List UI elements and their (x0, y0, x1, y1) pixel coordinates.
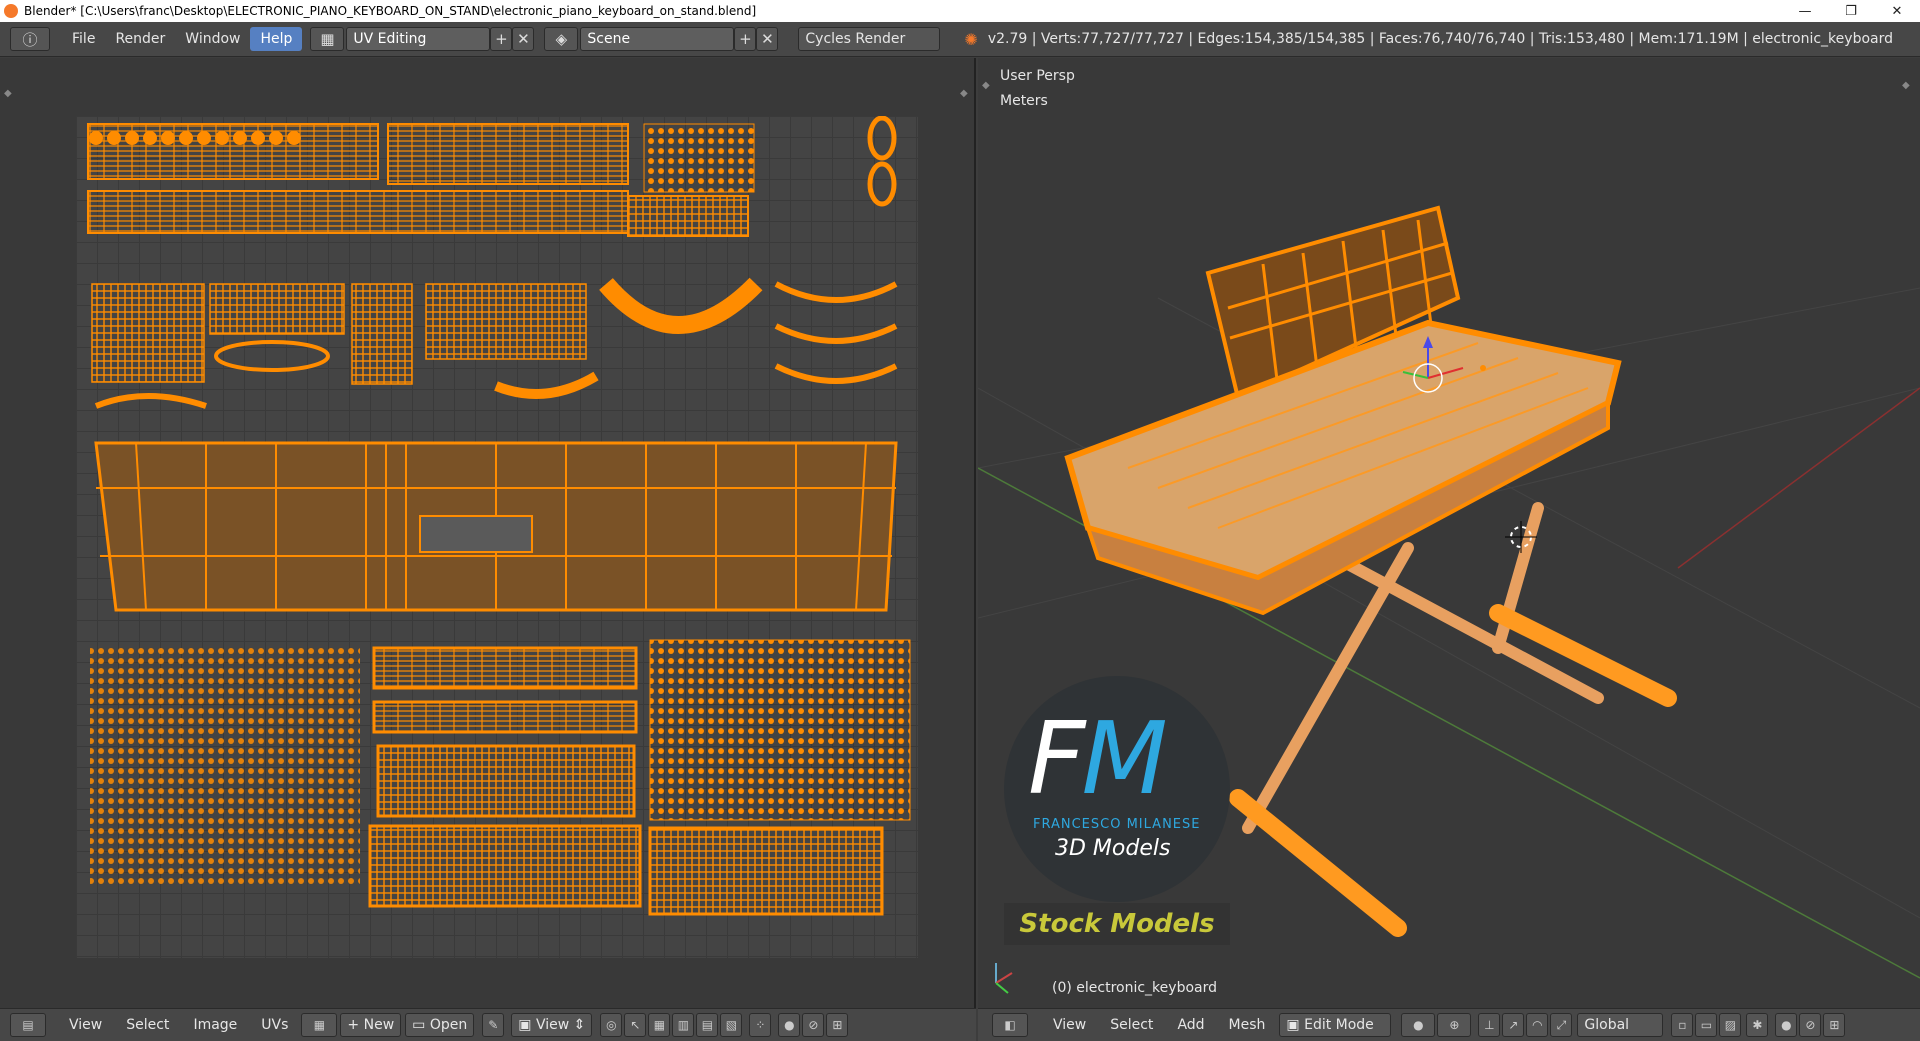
shading-solid-icon[interactable]: ● (1401, 1013, 1436, 1037)
logo-author-name: FRANCESCO MILANESE (1033, 817, 1201, 832)
remove-scene-icon[interactable]: ✕ (756, 27, 779, 51)
open-label: Open (429, 1017, 468, 1033)
new-image-button[interactable]: + New (340, 1013, 402, 1037)
uv-editor[interactable]: ◆ ◆ (0, 58, 976, 1008)
rotate-icon[interactable]: ◠ (1526, 1013, 1549, 1037)
window-title: Blender* [C:\Users\franc\Desktop\ELECTRO… (24, 4, 757, 18)
scene-stats: v2.79 | Verts:77,727/77,727 | Edges:154,… (987, 31, 1893, 47)
toolshelf-toggle-icon[interactable]: ◆ (982, 80, 990, 91)
island-select-icon[interactable]: ▧ (720, 1013, 743, 1037)
logo-subtitle: 3D Models (1055, 836, 1171, 861)
vertex-select-icon[interactable]: ▦ (648, 1013, 671, 1037)
fm-logo-letters: FM (1028, 700, 1168, 817)
sync-selection-icon[interactable]: ↖ (624, 1013, 647, 1037)
properties-toggle-icon[interactable]: ◆ (960, 88, 968, 99)
occlude-geometry-icon[interactable]: ✱ (1746, 1013, 1769, 1037)
uv-menu-uvs[interactable]: UVs (249, 1017, 300, 1033)
menu-help[interactable]: Help (250, 27, 303, 51)
editor-type-3d-icon[interactable]: ◧ (992, 1013, 1028, 1037)
uv-islands (87, 115, 911, 916)
edge-select-icon[interactable]: ▥ (672, 1013, 695, 1037)
view-mode-label: View (535, 1017, 570, 1033)
scene-icon[interactable]: ◈ (544, 27, 579, 51)
minimize-button[interactable]: — (1782, 0, 1828, 22)
pin-icon[interactable]: ✎ (482, 1013, 505, 1037)
view-mode-dropdown[interactable]: ▣ View ⇕ (511, 1013, 593, 1037)
view-name: User Persp (1000, 68, 1075, 84)
units-label: Meters (1000, 93, 1048, 109)
blender-logo-icon (4, 4, 18, 18)
remove-layout-icon[interactable]: ✕ (512, 27, 535, 51)
new-label: New (363, 1017, 395, 1033)
render-engine-dropdown[interactable]: Cycles Render (798, 27, 941, 51)
pivot-point-icon[interactable]: ⊕ (1437, 1013, 1472, 1037)
edge-select-mode-icon[interactable]: ▭ (1695, 1013, 1718, 1037)
close-button[interactable]: ✕ (1874, 0, 1920, 22)
uv-menu-view[interactable]: View (57, 1017, 114, 1033)
view-mode-icon: ▣ (518, 1017, 536, 1033)
image-browse-icon[interactable]: ▦ (301, 1013, 338, 1037)
snap-icon[interactable]: ⊘ (802, 1013, 825, 1037)
menu-render[interactable]: Render (105, 27, 175, 51)
3d-view-header: ◧ View Select Add Mesh ▣ Edit Mode ● ⊕ ⊥… (978, 1008, 1920, 1041)
vp-menu-select[interactable]: Select (1098, 1017, 1165, 1033)
y-axis-line (1677, 387, 1920, 569)
scale-icon[interactable]: ⤢ (1550, 1013, 1573, 1037)
blender-icon: ✺ (964, 29, 978, 49)
menu-file[interactable]: File (62, 27, 105, 51)
vp-menu-mesh[interactable]: Mesh (1217, 1017, 1278, 1033)
scene-field[interactable]: Scene (580, 27, 735, 51)
screen-layout-icon[interactable]: ▦ (310, 27, 345, 51)
mode-dropdown[interactable]: ▣ Edit Mode (1279, 1013, 1392, 1037)
editor-type-info-icon[interactable]: ⓘ (10, 27, 50, 51)
screen-layout-field[interactable]: UV Editing (346, 27, 491, 51)
maximize-button[interactable]: ❐ (1828, 0, 1874, 22)
vp-menu-view[interactable]: View (1041, 1017, 1098, 1033)
proportional-edit-icon[interactable]: ● (1775, 1013, 1798, 1037)
plus-icon: + (347, 1017, 364, 1033)
properties-toggle-icon[interactable]: ◆ (1902, 80, 1910, 91)
stock-models-banner: Stock Models (1004, 903, 1230, 945)
uv-menu-image[interactable]: Image (181, 1017, 249, 1033)
vertex-select-mode-icon[interactable]: ▫ (1671, 1013, 1694, 1037)
add-scene-icon[interactable]: + (734, 27, 757, 51)
add-layout-icon[interactable]: + (490, 27, 513, 51)
uv-menu-select[interactable]: Select (114, 1017, 181, 1033)
mode-label: Edit Mode (1304, 1017, 1374, 1033)
snap-target-icon[interactable]: ⊞ (826, 1013, 849, 1037)
window-titlebar: Blender* [C:\Users\franc\Desktop\ELECTRO… (0, 0, 1920, 22)
manipulator-icon[interactable]: ⊥ (1478, 1013, 1501, 1037)
translate-icon[interactable]: ↗ (1502, 1013, 1525, 1037)
folder-icon: ▭ (412, 1017, 430, 1033)
face-select-mode-icon[interactable]: ▨ (1719, 1013, 1742, 1037)
menu-window[interactable]: Window (175, 27, 250, 51)
snap-element-icon[interactable]: ⊞ (1823, 1013, 1846, 1037)
toolshelf-toggle-icon[interactable]: ◆ (4, 88, 12, 99)
info-header: ⓘ File Render Window Help ▦ UV Editing +… (0, 22, 1920, 57)
edit-mode-icon: ▣ (1286, 1017, 1305, 1033)
face-select-icon[interactable]: ▤ (696, 1013, 719, 1037)
vp-menu-add[interactable]: Add (1165, 1017, 1216, 1033)
uv-editor-header: ▤ View Select Image UVs ▦ + New ▭ Open ✎… (0, 1008, 976, 1041)
active-object-label: (0) electronic_keyboard (1052, 980, 1217, 996)
orientation-dropdown[interactable]: Global (1577, 1013, 1664, 1037)
open-image-button[interactable]: ▭ Open (405, 1013, 475, 1037)
proportional-edit-icon[interactable]: ● (778, 1013, 801, 1037)
pivot-icon[interactable]: ◎ (600, 1013, 623, 1037)
editor-type-image-icon[interactable]: ▤ (10, 1013, 46, 1037)
snap-toggle-icon[interactable]: ⊘ (1799, 1013, 1822, 1037)
sticky-mode-icon[interactable]: ⁘ (749, 1013, 772, 1037)
uv-canvas[interactable] (76, 115, 918, 958)
